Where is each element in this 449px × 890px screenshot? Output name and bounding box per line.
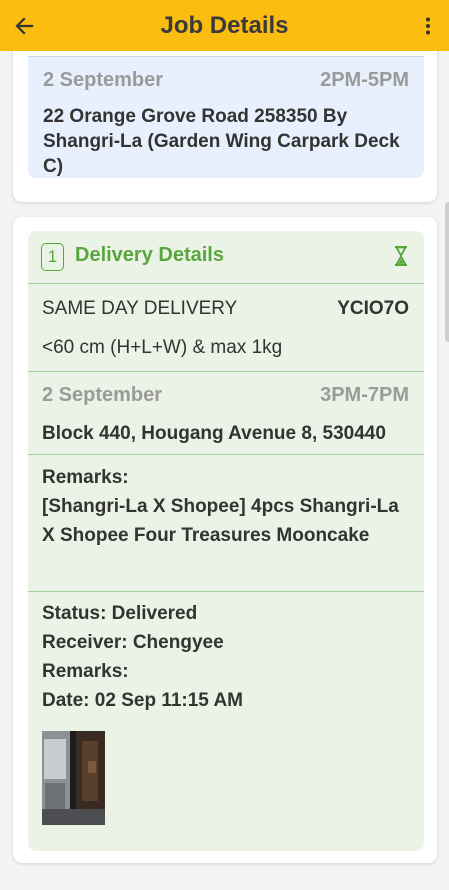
remarks-text: [Shangri-La X Shopee] 4pcs Shangri-La X … [42,496,399,546]
delivery-schedule: 2 September 3PM-7PM [42,384,409,407]
pickup-address: 22 Orange Grove Road 258350 By Shangri-L… [43,106,400,177]
pickup-schedule: 2 September 2PM-5PM [43,69,409,92]
pod-remarks: Remarks: [42,661,129,682]
delivered-date: Date: 02 Sep 11:15 AM [42,690,243,711]
app-bar: Job Details [0,0,449,51]
remarks-label: Remarks: [42,467,129,488]
delivery-index-badge: 1 [41,243,64,271]
delivery-time: 3PM-7PM [320,384,409,406]
delivery-card: 1 Delivery Details SAME DAY DELIVERY YCI… [13,217,437,863]
proof-photo-thumbnail[interactable] [42,731,105,825]
size-limit: <60 cm (H+L+W) & max 1kg [42,337,283,358]
delivery-status: Status: Delivered [42,603,198,624]
delivery-schedule-section: 2 September 3PM-7PM Block 440, Hougang A… [28,372,424,455]
tracking-code: YCIO7O [337,298,409,319]
pickup-card: 2 September 2PM-5PM 22 Orange Grove Road… [13,51,437,202]
remarks-section: Remarks: [Shangri-La X Shopee] 4pcs Shan… [28,455,424,592]
back-button[interactable] [0,0,48,51]
service-type: SAME DAY DELIVERY [42,298,238,319]
page-title: Job Details [160,11,289,39]
service-section: SAME DAY DELIVERY YCIO7O <60 cm (H+L+W) … [28,284,424,372]
delivery-header: 1 Delivery Details [28,231,424,284]
pickup-date: 2 September [43,69,164,91]
delivery-date: 2 September [42,384,163,406]
arrow-left-icon [15,16,34,35]
more-menu-button[interactable] [415,0,441,51]
job-details-scroll[interactable]: 2 September 2PM-5PM 22 Orange Grove Road… [0,51,449,890]
hourglass-icon [395,246,407,266]
delivery-title: Delivery Details [75,244,224,266]
pickup-panel: 2 September 2PM-5PM 22 Orange Grove Road… [28,56,424,178]
pickup-time: 2PM-5PM [320,69,409,91]
delivery-panel: 1 Delivery Details SAME DAY DELIVERY YCI… [28,231,424,851]
delivery-address: Block 440, Hougang Avenue 8, 530440 [42,423,386,444]
receiver-name: Receiver: Chengyee [42,632,224,653]
scrollbar[interactable] [445,202,449,342]
more-vertical-icon [426,17,430,34]
photo-image [42,731,105,825]
